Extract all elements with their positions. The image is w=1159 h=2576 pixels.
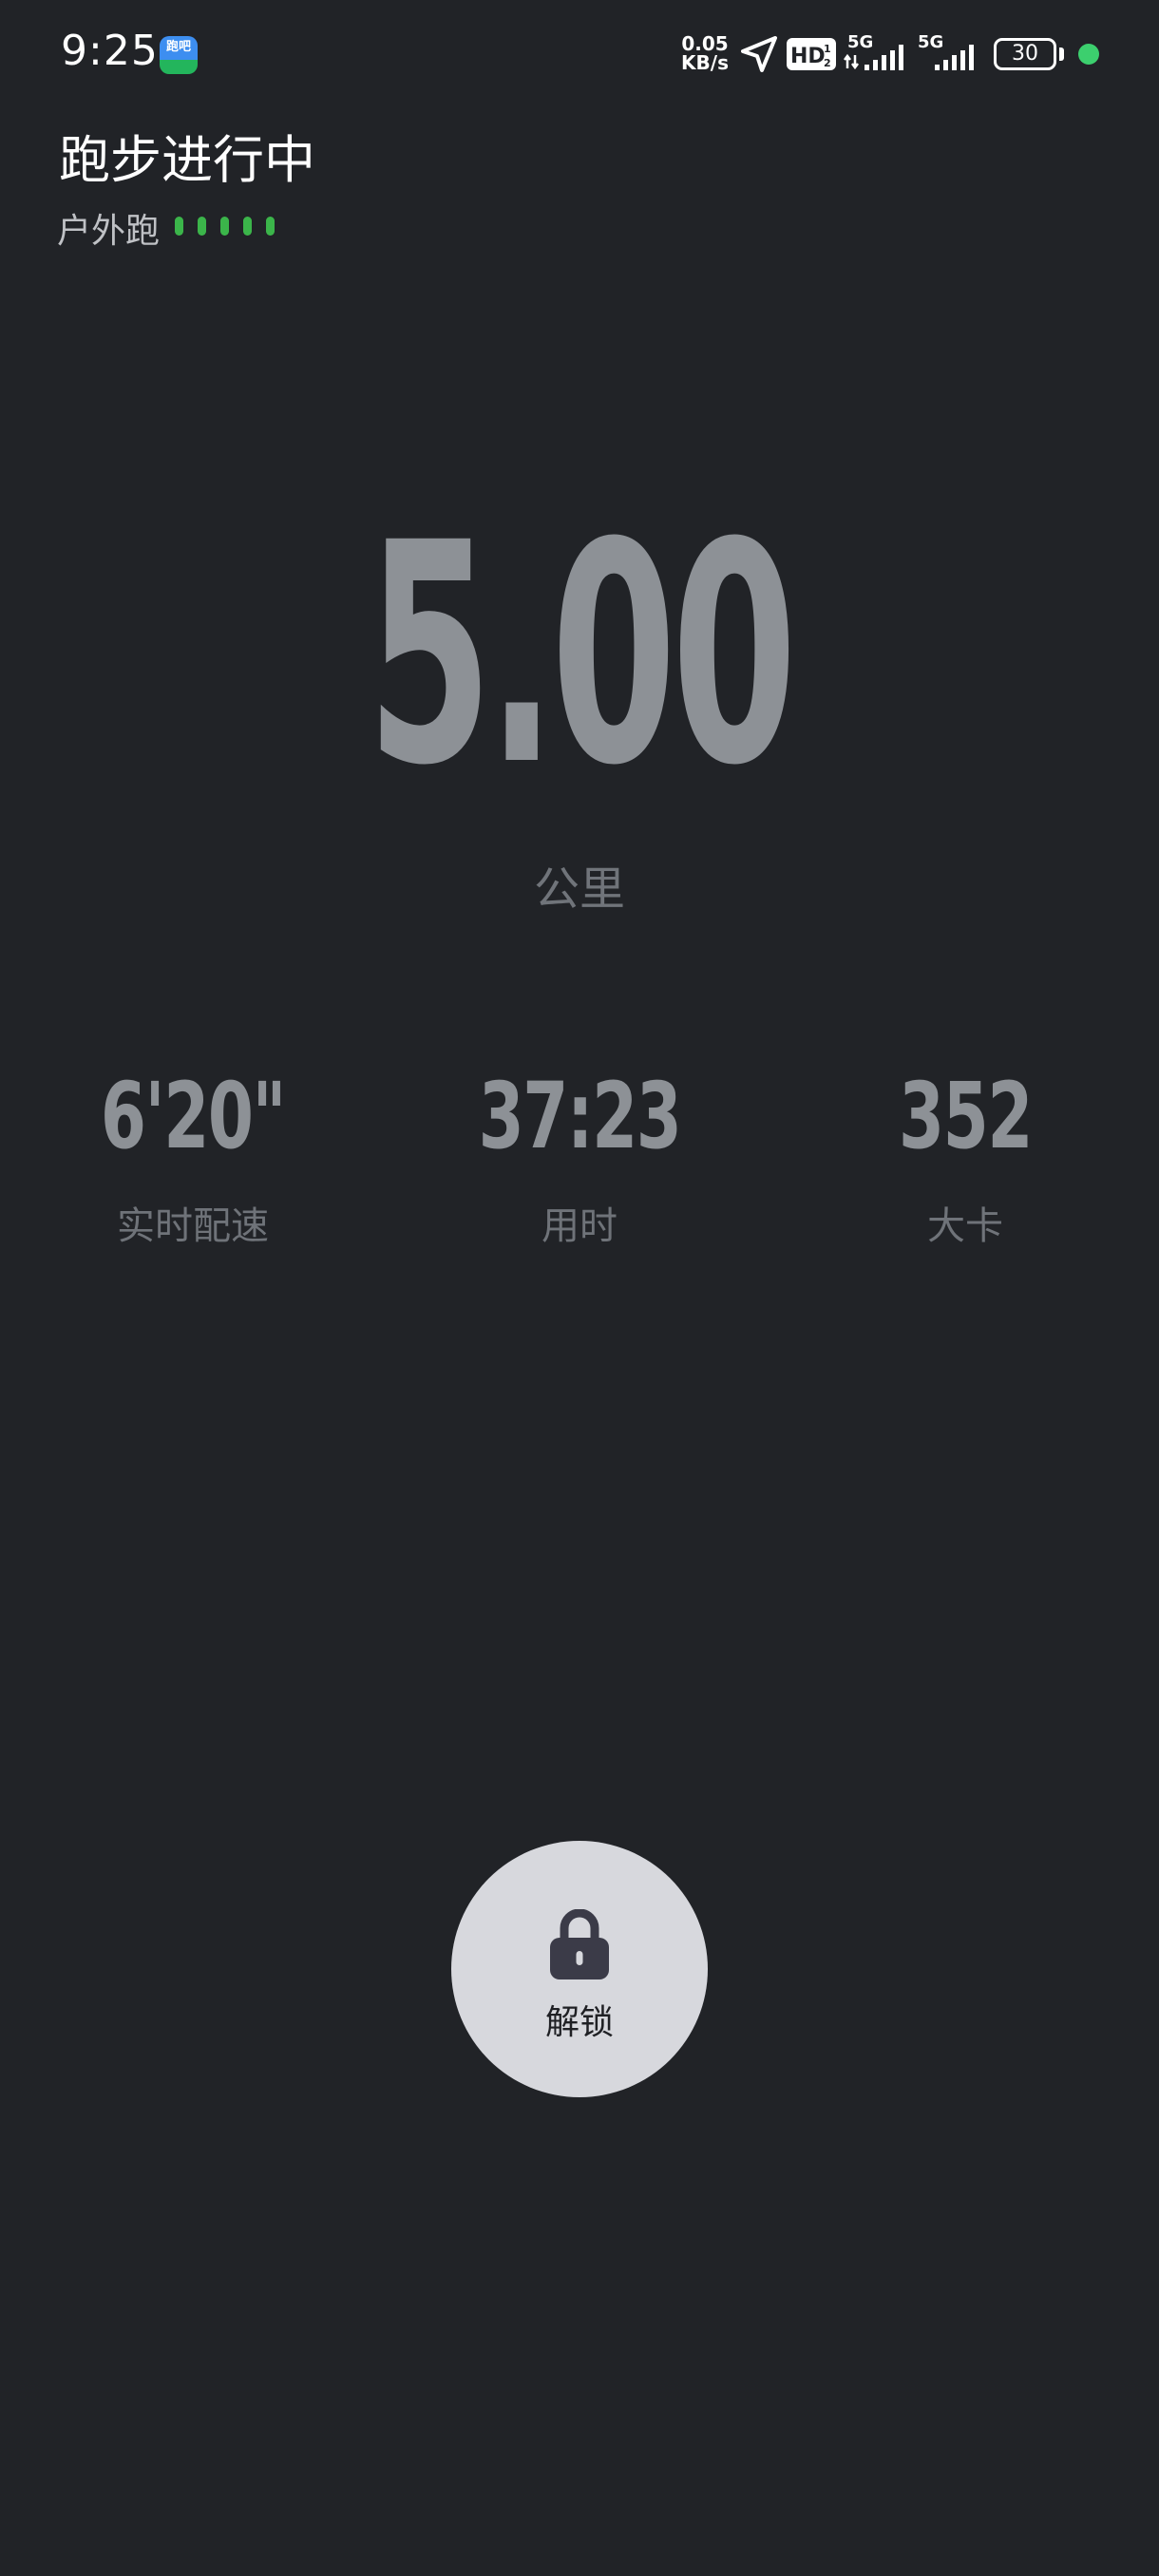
unlock-button[interactable]: 解锁 bbox=[451, 1841, 708, 2097]
calories-stat: 352 大卡 bbox=[775, 1064, 1155, 1250]
battery-icon: 30 bbox=[994, 38, 1056, 70]
signal-2-icon: 5G bbox=[918, 32, 974, 70]
hd-label: HD bbox=[790, 45, 826, 68]
distance-value: 5.00 bbox=[367, 479, 797, 832]
gps-signal-bar bbox=[243, 217, 252, 236]
calories-value: 352 bbox=[899, 1063, 1033, 1169]
network-type-1: 5G bbox=[847, 32, 873, 52]
unlock-label: 解锁 bbox=[544, 2003, 614, 2042]
network-speed: 0.05 KB/s bbox=[676, 34, 733, 72]
network-type-2: 5G bbox=[918, 32, 943, 52]
lock-icon bbox=[550, 1909, 609, 1979]
battery-cap bbox=[1059, 47, 1064, 61]
duration-stat: 37:23 用时 bbox=[390, 1064, 770, 1250]
battery-level-text: 30 bbox=[1012, 42, 1038, 66]
pace-label: 实时配速 bbox=[117, 1204, 269, 1248]
page-title: 跑步进行中 bbox=[59, 130, 315, 190]
gps-signal-bar bbox=[266, 217, 275, 236]
svg-text:2: 2 bbox=[824, 57, 831, 69]
calories-label: 大卡 bbox=[927, 1204, 1003, 1248]
status-time: 9:25 bbox=[61, 27, 159, 75]
pace-value: 6'20" bbox=[100, 1063, 287, 1169]
network-speed-value: 0.05 bbox=[681, 32, 729, 55]
duration-label: 用时 bbox=[542, 1204, 618, 1248]
hd-voice-icon: HD 1 2 bbox=[787, 38, 836, 70]
gps-signal-bar bbox=[198, 217, 206, 236]
gps-signal-bar bbox=[175, 217, 183, 236]
running-lock-screen: 9:25 跑吧 0.05 KB/s HD 1 2 5G 5G 30 跑步进行中 … bbox=[0, 0, 1159, 2576]
status-bar: 9:25 跑吧 0.05 KB/s HD 1 2 5G 5G 30 bbox=[0, 0, 1159, 110]
distance-unit: 公里 bbox=[533, 862, 625, 916]
gps-signal-bar bbox=[220, 217, 229, 236]
network-speed-unit: KB/s bbox=[681, 51, 729, 74]
duration-value: 37:23 bbox=[478, 1063, 682, 1169]
run-mode-label: 户外跑 bbox=[57, 212, 161, 251]
privacy-indicator-dot bbox=[1078, 44, 1099, 65]
app-notification-icon: 跑吧 bbox=[160, 36, 198, 74]
pace-stat: 6'20" 实时配速 bbox=[3, 1064, 383, 1250]
app-icon-label: 跑吧 bbox=[165, 40, 191, 54]
signal-1-icon: 5G bbox=[844, 32, 903, 70]
location-arrow-icon bbox=[741, 36, 777, 72]
svg-text:1: 1 bbox=[824, 43, 831, 55]
